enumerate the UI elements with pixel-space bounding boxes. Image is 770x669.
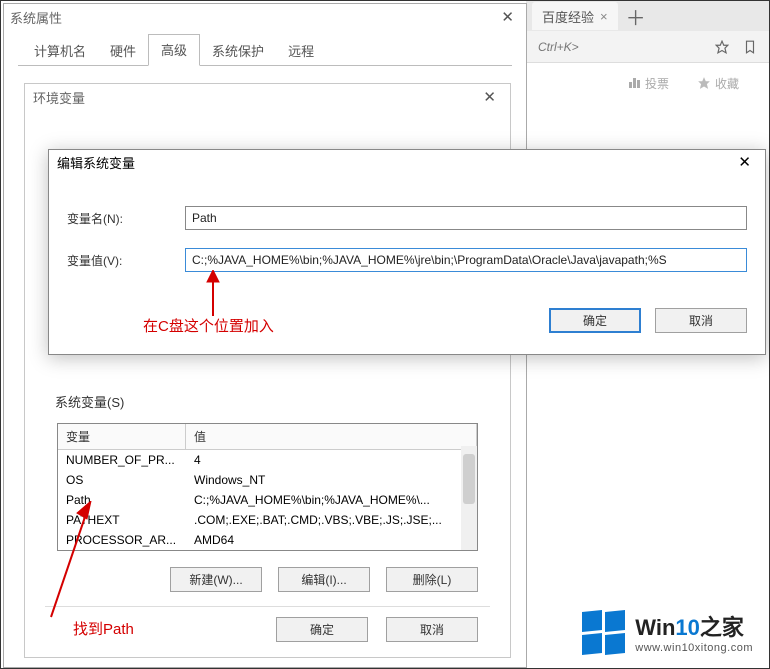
- col-variable[interactable]: 变量: [58, 424, 186, 450]
- edit-button[interactable]: 编辑(I)...: [278, 567, 370, 592]
- variable-value-row: 变量值(V):: [67, 248, 747, 272]
- browser-addressbar: Ctrl+K>: [526, 31, 769, 63]
- variable-name-input[interactable]: [185, 206, 747, 230]
- close-icon[interactable]: ✕: [732, 153, 757, 171]
- favorite-action[interactable]: 收藏: [697, 75, 739, 92]
- sysprops-titlebar: 系统属性 ✕: [4, 4, 526, 30]
- tab-remote[interactable]: 远程: [276, 36, 326, 66]
- sysprops-tabs: 计算机名 硬件 高级 系统保护 远程: [4, 30, 526, 66]
- tab-computer-name[interactable]: 计算机名: [22, 36, 98, 66]
- col-value[interactable]: 值: [186, 424, 477, 450]
- favorite-label: 收藏: [715, 75, 739, 92]
- watermark: Win10之家 www.win10xitong.com: [582, 610, 753, 654]
- browser-tab[interactable]: 百度经验 ×: [532, 2, 618, 30]
- wm-url: www.win10xitong.com: [635, 642, 753, 654]
- wm-part-b: 10: [675, 615, 699, 640]
- cancel-button[interactable]: 取消: [655, 308, 747, 333]
- new-button[interactable]: 新建(W)...: [170, 567, 262, 592]
- envvars-titlebar: 环境变量 ✕: [25, 84, 510, 110]
- variable-value-input[interactable]: [185, 248, 747, 272]
- delete-button[interactable]: 删除(L): [386, 567, 478, 592]
- system-variables-label: 系统变量(S): [25, 388, 510, 415]
- variable-value-label: 变量值(V):: [67, 252, 185, 269]
- editvar-titlebar: 编辑系统变量 ✕: [49, 150, 765, 174]
- annotation-text-top: 在C盘这个位置加入: [143, 315, 274, 336]
- bookmark-icon[interactable]: [743, 40, 757, 54]
- table-row[interactable]: OS Windows_NT: [58, 470, 477, 490]
- star-icon: [697, 76, 711, 90]
- close-icon[interactable]: ✕: [495, 8, 520, 26]
- tab-system-protection[interactable]: 系统保护: [200, 36, 276, 66]
- wm-part-a: Win: [635, 615, 675, 640]
- vote-label: 投票: [645, 75, 669, 92]
- browser-subactions: 投票 收藏: [526, 63, 769, 103]
- sysprops-title: 系统属性: [10, 8, 62, 27]
- tab-advanced[interactable]: 高级: [148, 34, 200, 66]
- close-icon[interactable]: ×: [600, 9, 608, 24]
- table-row[interactable]: PROCESSOR_AR... AMD64: [58, 530, 477, 550]
- barchart-icon: [629, 78, 641, 88]
- windows-logo-icon: [582, 611, 625, 654]
- vote-action[interactable]: 投票: [629, 75, 669, 92]
- new-tab-button[interactable]: ＋: [626, 2, 646, 31]
- browser-tab-strip: 百度经验 × ＋: [526, 1, 769, 31]
- search-hint[interactable]: Ctrl+K>: [538, 40, 579, 54]
- vertical-scrollbar[interactable]: [461, 446, 477, 550]
- editvar-title: 编辑系统变量: [57, 153, 135, 172]
- variable-name-label: 变量名(N):: [67, 210, 185, 227]
- annotation-arrow-bottom: [39, 501, 99, 621]
- annotation-text-bottom: 找到Path: [73, 618, 134, 639]
- variable-name-row: 变量名(N):: [67, 206, 747, 230]
- wm-part-c: 之家: [700, 615, 744, 640]
- system-variables-table[interactable]: 变量 值 NUMBER_OF_PR... 4 OS Windows_NT Pat…: [57, 423, 478, 551]
- ok-button[interactable]: 确定: [549, 308, 641, 333]
- table-row[interactable]: PATHEXT .COM;.EXE;.BAT;.CMD;.VBS;.VBE;.J…: [58, 510, 477, 530]
- close-icon[interactable]: ✕: [477, 88, 502, 106]
- envvars-title: 环境变量: [33, 88, 85, 107]
- table-row[interactable]: NUMBER_OF_PR... 4: [58, 450, 477, 470]
- ok-button[interactable]: 确定: [276, 617, 368, 642]
- table-row-path[interactable]: Path C:;%JAVA_HOME%\bin;%JAVA_HOME%\...: [58, 490, 477, 510]
- bookmark-star-icon[interactable]: [715, 40, 729, 54]
- tab-hardware[interactable]: 硬件: [98, 36, 148, 66]
- cancel-button[interactable]: 取消: [386, 617, 478, 642]
- table-header: 变量 值: [58, 424, 477, 450]
- annotation-arrow-top: [203, 270, 223, 316]
- tab-label: 百度经验: [542, 7, 594, 26]
